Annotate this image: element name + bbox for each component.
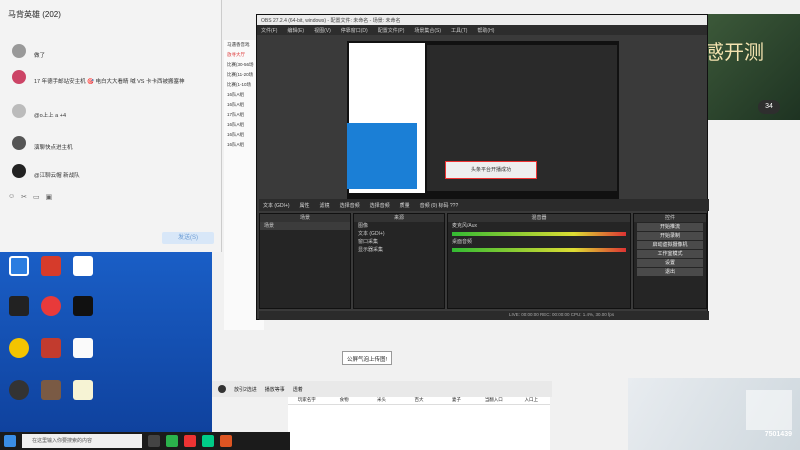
send-button[interactable]: 发送(S) [162, 232, 214, 244]
app-icon[interactable] [202, 435, 214, 447]
source-item[interactable]: 图像 [354, 222, 444, 230]
obs-title: OBS 27.2.4 (64-bit, windows) - 配置文件: 未命名… [257, 15, 707, 25]
desktop-icon[interactable] [2, 296, 36, 318]
avatar[interactable] [12, 44, 26, 58]
menu-item[interactable]: 帮助(H) [477, 27, 494, 34]
desktop-icon[interactable] [2, 338, 36, 360]
avatar[interactable] [12, 70, 26, 84]
mic-icon[interactable] [218, 385, 226, 393]
avatar[interactable] [12, 136, 26, 150]
settings-button[interactable]: 设置 [637, 259, 703, 267]
bottom-toolbar: 放引2选进 播放等事 透着 [212, 381, 552, 397]
desktop-icon[interactable] [2, 256, 36, 278]
desktop-icon[interactable] [66, 256, 100, 278]
source-item[interactable]: 文本 (GDI+) [354, 230, 444, 238]
desktop-icon[interactable] [2, 380, 36, 402]
obs-preview[interactable]: 头条平台开播成功 [347, 41, 619, 209]
desktop-icon[interactable] [66, 380, 100, 402]
room-number: 7501439 [764, 431, 792, 438]
panel-title: 场景 [260, 214, 350, 222]
column-header: 妻子 [451, 397, 461, 402]
chat-toolbar: ☺ ✂ ▭ ▣ [0, 190, 222, 204]
studio-mode-button[interactable]: 工作室模式 [637, 250, 703, 258]
bottom-tool[interactable]: 透着 [293, 386, 303, 393]
desktop-icon[interactable] [34, 296, 68, 318]
chat-title: 马背英雄 (202) [8, 10, 61, 19]
toolbar-item[interactable]: 选择音频 [340, 202, 360, 209]
preview-overlay[interactable]: 头条平台开播成功 [445, 161, 537, 179]
scene-item[interactable]: 场景 [260, 222, 350, 230]
image-icon[interactable]: ▣ [46, 193, 53, 201]
app-icon[interactable] [220, 435, 232, 447]
properties-button[interactable]: 属性 [300, 202, 310, 209]
source-label: 文本 (GDI+) [263, 202, 290, 209]
column-header: 当翻入口 [484, 397, 503, 402]
mixer-channel: 桌面音频 [452, 239, 473, 245]
panel-title: 来源 [354, 214, 444, 222]
obs-menu: 文件(F) 编辑(E) 视图(V) 停靠窗口(D) 配置文件(P) 场景集合(S… [257, 25, 707, 35]
menu-item[interactable]: 视图(V) [314, 27, 331, 34]
desktop-icon[interactable] [66, 338, 100, 360]
scenes-panel: 场景 场景 [259, 213, 351, 309]
avatar[interactable] [12, 164, 26, 178]
menu-item[interactable]: 编辑(E) [287, 27, 304, 34]
source-item[interactable]: 窗口采集 [354, 238, 444, 246]
desktop-icon[interactable] [34, 256, 68, 278]
start-streaming-button[interactable]: 开始推流 [637, 223, 703, 231]
scissors-icon[interactable]: ✂ [21, 193, 27, 201]
start-recording-button[interactable]: 开始录制 [637, 232, 703, 240]
bottom-tool[interactable]: 播放等事 [265, 386, 285, 393]
menu-item[interactable]: 场景集合(S) [414, 27, 441, 34]
desktop-icon[interactable] [34, 338, 68, 360]
webcam-overlay: 7501439 [628, 378, 800, 450]
banner-text: 感开测 [704, 40, 764, 64]
task-view-icon[interactable] [148, 435, 160, 447]
watermark-logo [746, 390, 792, 430]
emoji-icon[interactable]: ☺ [8, 193, 15, 201]
menu-item[interactable]: 停靠窗口(D) [341, 27, 368, 34]
preview-desktop-capture [347, 123, 417, 189]
game-banner[interactable]: 感开测 34 [700, 14, 800, 120]
chat-window: 马背英雄 (202) 做了 17 年德手邮站安主机 🎯 电白大大看睛 喊 VS … [0, 0, 222, 252]
status-bar: LIVE: 00:00:00 REC: 00:00:00 CPU: 1.4%, … [259, 311, 709, 320]
column-header: 百大 [414, 397, 424, 402]
start-icon[interactable] [4, 435, 16, 447]
column-header: 米头 [377, 397, 387, 402]
controls-panel: 控件 开始推流 开始录制 启动虚拟摄像机 工作室模式 设置 退出 [633, 213, 707, 309]
column-header: 食物 [339, 397, 349, 402]
toolbar-item[interactable]: 选择音频 [370, 202, 390, 209]
score-sheet: 玩家名字 食物 米头 百大 妻子 当翻入口 入口上 [288, 397, 550, 450]
app-icon[interactable] [184, 435, 196, 447]
filters-button[interactable]: 滤镜 [320, 202, 330, 209]
column-header: 玩家名字 [297, 397, 316, 402]
taskbar: 在这里输入你要搜索的内容 [0, 432, 290, 450]
exit-button[interactable]: 退出 [637, 268, 703, 276]
bottom-tool[interactable]: 放引2选进 [234, 386, 257, 393]
panel-title: 控件 [634, 214, 706, 222]
menu-item[interactable]: 工具(T) [451, 27, 467, 34]
volume-meter [452, 248, 626, 252]
mixer-channel: 麦克风/Aux [452, 223, 478, 229]
desktop-icon[interactable] [34, 380, 68, 402]
mixer-panel: 混音器 麦克风/Aux 桌面音频 [447, 213, 631, 309]
volume-meter [452, 232, 626, 236]
virtual-camera-button[interactable]: 启动虚拟摄像机 [637, 241, 703, 249]
column-header: 入口上 [524, 397, 538, 402]
source-toolbar: 文本 (GDI+) 属性 滤镜 选择音频 选择音频 质量 音频 (0) 标码 ?… [259, 199, 709, 211]
toolbar-item[interactable]: 音频 (0) 标码 ??? [420, 202, 459, 209]
toolbar-item[interactable]: 质量 [400, 202, 410, 209]
menu-item[interactable]: 配置文件(P) [378, 27, 405, 34]
banner-badge: 34 [758, 100, 780, 114]
obs-window: OBS 27.2.4 (64-bit, windows) - 配置文件: 未命名… [256, 14, 709, 320]
menu-item[interactable]: 文件(F) [261, 27, 277, 34]
tooltip-bubble: 公屏气泡上传图! [342, 351, 393, 365]
source-item[interactable]: 显示器采集 [354, 246, 444, 254]
desktop-icon[interactable] [66, 296, 100, 318]
sources-panel: 来源 图像 文本 (GDI+) 窗口采集 显示器采集 [353, 213, 445, 309]
folder-icon[interactable]: ▭ [33, 193, 40, 201]
panel-title: 混音器 [448, 214, 630, 222]
wechat-icon[interactable] [166, 435, 178, 447]
taskbar-search[interactable]: 在这里输入你要搜索的内容 [22, 434, 142, 448]
avatar[interactable] [12, 104, 26, 118]
